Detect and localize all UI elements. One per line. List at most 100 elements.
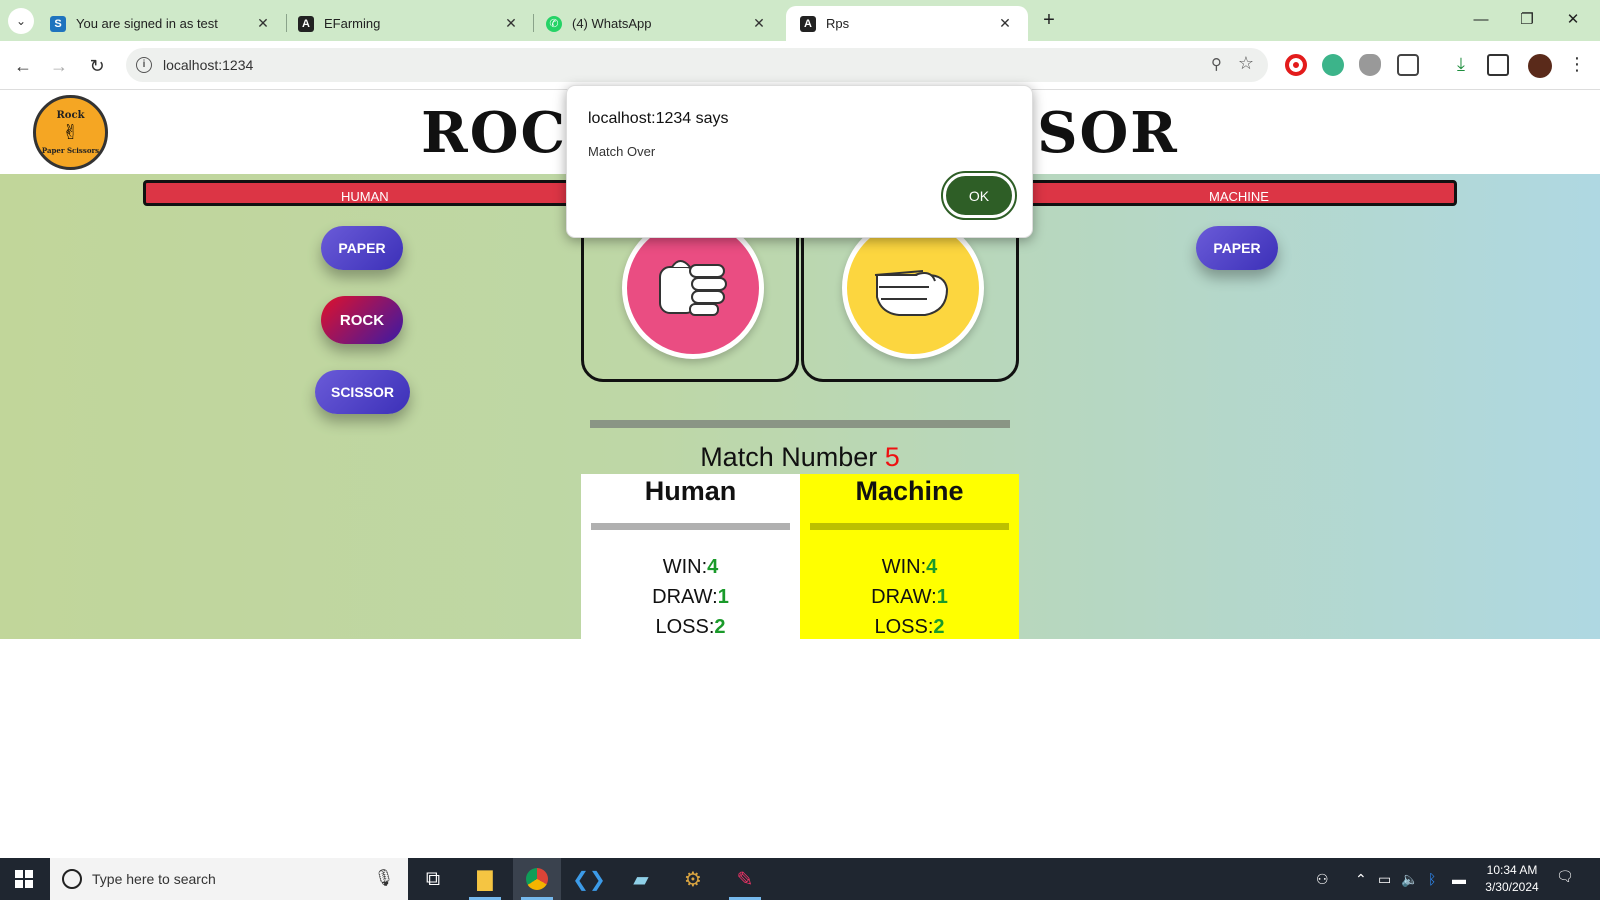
restore-button[interactable]: ❐ bbox=[1504, 8, 1550, 34]
machine-paper-button: PAPER bbox=[1196, 226, 1278, 270]
close-icon[interactable]: ✕ bbox=[750, 15, 768, 32]
puzzle-icon[interactable] bbox=[1397, 54, 1419, 76]
scoreboard-title: Machine bbox=[855, 476, 964, 506]
network-icon[interactable]: ▭ bbox=[1378, 871, 1391, 888]
vscode-button[interactable]: ❮❯ bbox=[565, 858, 613, 900]
win-row: WIN:4 bbox=[800, 552, 1019, 582]
forward-button[interactable]: → bbox=[46, 53, 72, 79]
tab-title: You are signed in as test bbox=[76, 16, 218, 31]
chevron-down-icon: ⌄ bbox=[15, 14, 27, 28]
close-icon[interactable]: ✕ bbox=[502, 15, 520, 32]
human-hand-card bbox=[581, 214, 799, 382]
draw-value: 1 bbox=[936, 586, 948, 608]
browser-tab[interactable]: ✆ (4) WhatsApp ✕ bbox=[532, 6, 782, 41]
tab-title: (4) WhatsApp bbox=[572, 16, 652, 31]
zoom-icon[interactable]: ⚲ bbox=[1211, 55, 1222, 73]
title-left: ROC bbox=[421, 100, 568, 166]
back-button[interactable]: ← bbox=[10, 53, 36, 79]
browser-tab[interactable]: A EFarming ✕ bbox=[284, 6, 534, 41]
alert-dialog: localhost:1234 says Match Over OK bbox=[566, 85, 1033, 238]
scoreboard-divider bbox=[591, 523, 790, 530]
file-explorer-button[interactable]: ▇ bbox=[461, 858, 509, 900]
app-button[interactable]: ▰ bbox=[617, 858, 665, 900]
battery-icon[interactable]: ▬ bbox=[1452, 871, 1466, 887]
human-scissor-button[interactable]: SCISSOR bbox=[315, 370, 410, 414]
windows-icon bbox=[15, 870, 33, 888]
browser-tab[interactable]: S You are signed in as test ✕ bbox=[36, 6, 286, 41]
win-value: 4 bbox=[707, 556, 719, 578]
win-value: 4 bbox=[926, 556, 938, 578]
taskbar-clock[interactable]: 10:34 AM 3/30/2024 bbox=[1480, 862, 1544, 896]
machine-label: MACHINE bbox=[1209, 189, 1269, 204]
draw-row: DRAW:1 bbox=[581, 582, 800, 612]
info-icon[interactable]: i bbox=[136, 57, 152, 73]
search-placeholder: Type here to search bbox=[92, 871, 216, 887]
taskbar-search[interactable]: Type here to search 🎙 bbox=[50, 858, 408, 900]
bug-icon[interactable] bbox=[1359, 54, 1381, 76]
arrow-right-icon: → bbox=[50, 56, 68, 76]
divider bbox=[590, 420, 1010, 428]
win-label: WIN: bbox=[662, 556, 708, 578]
close-icon[interactable]: ✕ bbox=[254, 15, 272, 32]
people-icon[interactable]: ⚇ bbox=[1316, 871, 1329, 888]
win-label: WIN: bbox=[881, 556, 927, 578]
dialog-title: localhost:1234 says bbox=[588, 110, 729, 127]
title-right: SOR bbox=[1037, 100, 1179, 166]
tab-search-button[interactable]: ⌄ bbox=[8, 8, 34, 34]
machine-scoreboard: Machine WIN:4 DRAW:1 LOSS:2 bbox=[800, 474, 1019, 639]
task-view-button[interactable]: ⧉ bbox=[409, 858, 457, 900]
download-icon[interactable]: ⤓ bbox=[1450, 54, 1472, 76]
settings-app-button[interactable]: ⚙ bbox=[669, 858, 717, 900]
angular-icon: A bbox=[800, 15, 816, 32]
rock-hand-icon bbox=[622, 217, 764, 359]
browser-tab-active[interactable]: A Rps ✕ bbox=[786, 6, 1028, 41]
url-text[interactable]: localhost:1234 bbox=[163, 57, 253, 73]
notification-icon[interactable]: 🗨 bbox=[1556, 868, 1576, 888]
bluetooth-icon[interactable]: ᛒ bbox=[1428, 871, 1436, 887]
human-paper-button[interactable]: PAPER bbox=[321, 226, 403, 270]
loss-value: 2 bbox=[714, 616, 726, 638]
draw-row: DRAW:1 bbox=[800, 582, 1019, 612]
app-icon: ▰ bbox=[633, 868, 649, 891]
opera-icon[interactable] bbox=[1285, 54, 1307, 76]
match-number-value: 5 bbox=[884, 442, 900, 472]
close-window-button[interactable]: ✕ bbox=[1550, 8, 1596, 34]
start-button[interactable] bbox=[0, 858, 48, 900]
new-tab-button[interactable]: + bbox=[1036, 8, 1062, 34]
win-row: WIN:4 bbox=[581, 552, 800, 582]
loss-row: LOSS:2 bbox=[581, 612, 800, 642]
reload-icon: ↻ bbox=[89, 56, 105, 76]
reload-button[interactable]: ↻ bbox=[84, 53, 110, 79]
scoreboard-divider bbox=[810, 523, 1009, 530]
fist-icon bbox=[659, 260, 727, 316]
side-panel-icon[interactable] bbox=[1487, 54, 1509, 76]
ok-button[interactable]: OK bbox=[941, 171, 1017, 220]
address-bar[interactable]: i localhost:1234 ⚲ ☆ bbox=[126, 48, 1268, 82]
draw-value: 1 bbox=[717, 586, 729, 608]
browser-toolbar: ← → ↻ i localhost:1234 ⚲ ☆ ⤓ ⋮ bbox=[0, 41, 1600, 90]
chrome-button[interactable] bbox=[513, 858, 561, 900]
star-icon[interactable]: ☆ bbox=[1238, 53, 1254, 74]
menu-icon[interactable]: ⋮ bbox=[1566, 54, 1588, 76]
avatar[interactable] bbox=[1528, 54, 1552, 78]
tab-title: EFarming bbox=[324, 16, 381, 31]
paint-app-button[interactable]: ✎ bbox=[721, 858, 769, 900]
whatsapp-icon: ✆ bbox=[546, 15, 562, 32]
minimize-button[interactable]: — bbox=[1458, 8, 1504, 34]
dialog-message: Match Over bbox=[588, 144, 656, 159]
chrome-icon bbox=[526, 868, 548, 890]
plus-icon: + bbox=[1043, 9, 1055, 31]
extension-icon[interactable] bbox=[1322, 54, 1344, 76]
close-icon: ✕ bbox=[1566, 11, 1580, 28]
human-rock-button[interactable]: ROCK bbox=[321, 296, 403, 344]
volume-icon[interactable]: 🔈 bbox=[1401, 871, 1418, 888]
microphone-icon[interactable]: 🎙 bbox=[374, 868, 394, 888]
taskbar: Type here to search 🎙 ⧉ ▇ ❮❯ ▰ ⚙ ✎ ⚇ ⌃ ▭… bbox=[0, 858, 1600, 900]
draw-label: DRAW: bbox=[871, 586, 937, 608]
s-icon: S bbox=[50, 15, 66, 32]
search-icon bbox=[62, 869, 82, 889]
chevron-up-icon[interactable]: ⌃ bbox=[1355, 871, 1367, 888]
loss-value: 2 bbox=[933, 616, 945, 638]
close-icon[interactable]: ✕ bbox=[996, 15, 1014, 32]
scoreboard-title: Human bbox=[644, 476, 737, 506]
